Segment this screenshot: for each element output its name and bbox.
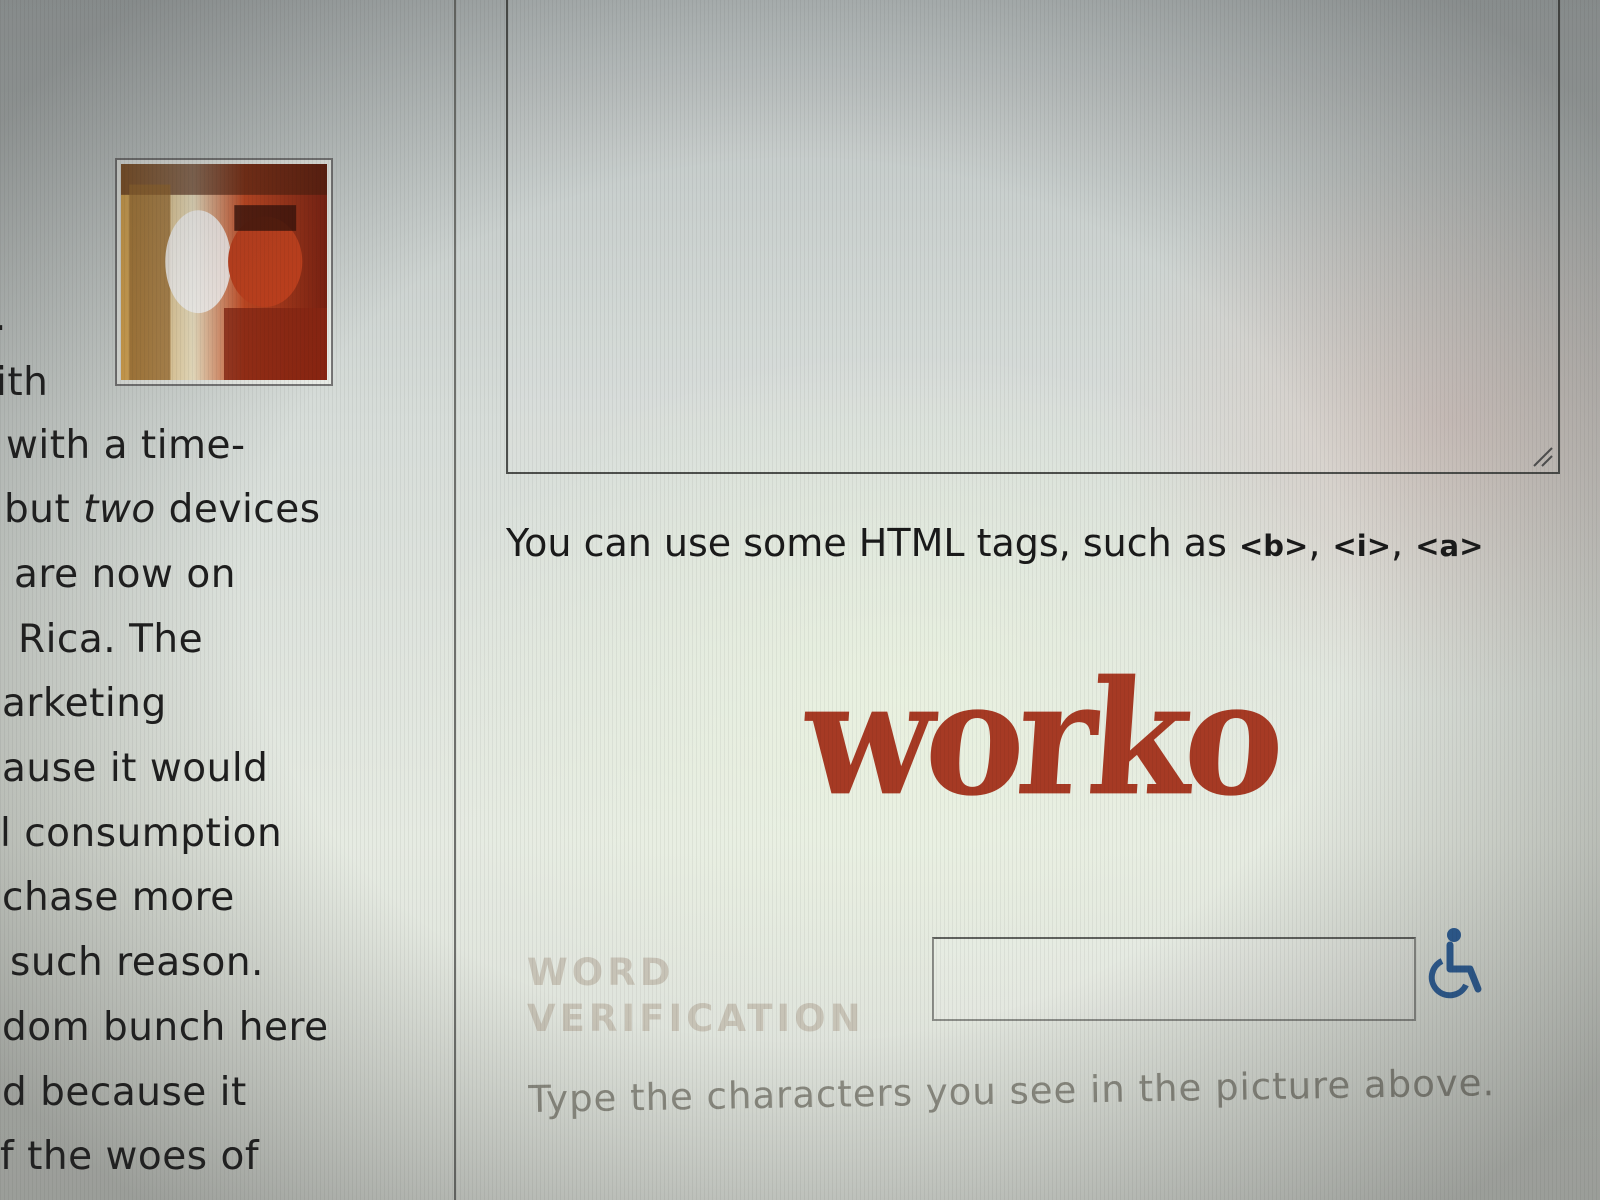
post-text-line: f the woes of [0,1134,260,1179]
post-text-line: . [0,295,7,340]
post-text-line: chase more [2,875,235,920]
post-text-line: d because it [2,1070,247,1115]
captcha-word: worko [798,646,1284,832]
wheelchair-icon[interactable] [1426,927,1486,999]
comment-textarea[interactable] [506,0,1560,474]
post-text-line: with a time- [6,423,246,468]
post-text-line: ause it would [2,746,269,791]
post-text-line: arketing [2,681,167,726]
post-text-line: l consumption [0,811,283,856]
profile-photo[interactable] [115,158,333,386]
captcha-image: worko [798,646,1283,850]
word-verification-label: WORD VERIFICATION [527,950,865,1042]
post-text-line: dom bunch here [2,1005,329,1050]
word-verification-label-line1: WORD [527,951,675,994]
word-verification-help: Type the characters you see in the pictu… [528,1061,1496,1121]
post-text-line: such reason. [10,940,264,985]
html-tag-b: <b> [1238,529,1309,563]
profile-photo-image [121,164,327,380]
post-text-line: ith [0,360,49,405]
html-tag-i: <i> [1332,529,1392,563]
html-hint-separator: , [1308,521,1333,565]
html-tags-hint: You can use some HTML tags, such as <b>,… [506,521,1483,565]
word-verification-label-line2: VERIFICATION [527,997,865,1040]
html-hint-separator: , [1391,521,1416,565]
post-text-line: but two devices [4,487,321,532]
post-text-line: are now on [14,552,236,597]
resize-handle-icon[interactable] [1532,446,1554,468]
post-text-line: Rica. The [18,617,204,662]
html-tag-a: <a> [1415,529,1484,563]
word-verification-input[interactable] [932,937,1416,1021]
html-hint-text: You can use some HTML tags, such as [506,521,1239,565]
post-column: . ith with a time- but two devices are n… [0,0,456,1200]
